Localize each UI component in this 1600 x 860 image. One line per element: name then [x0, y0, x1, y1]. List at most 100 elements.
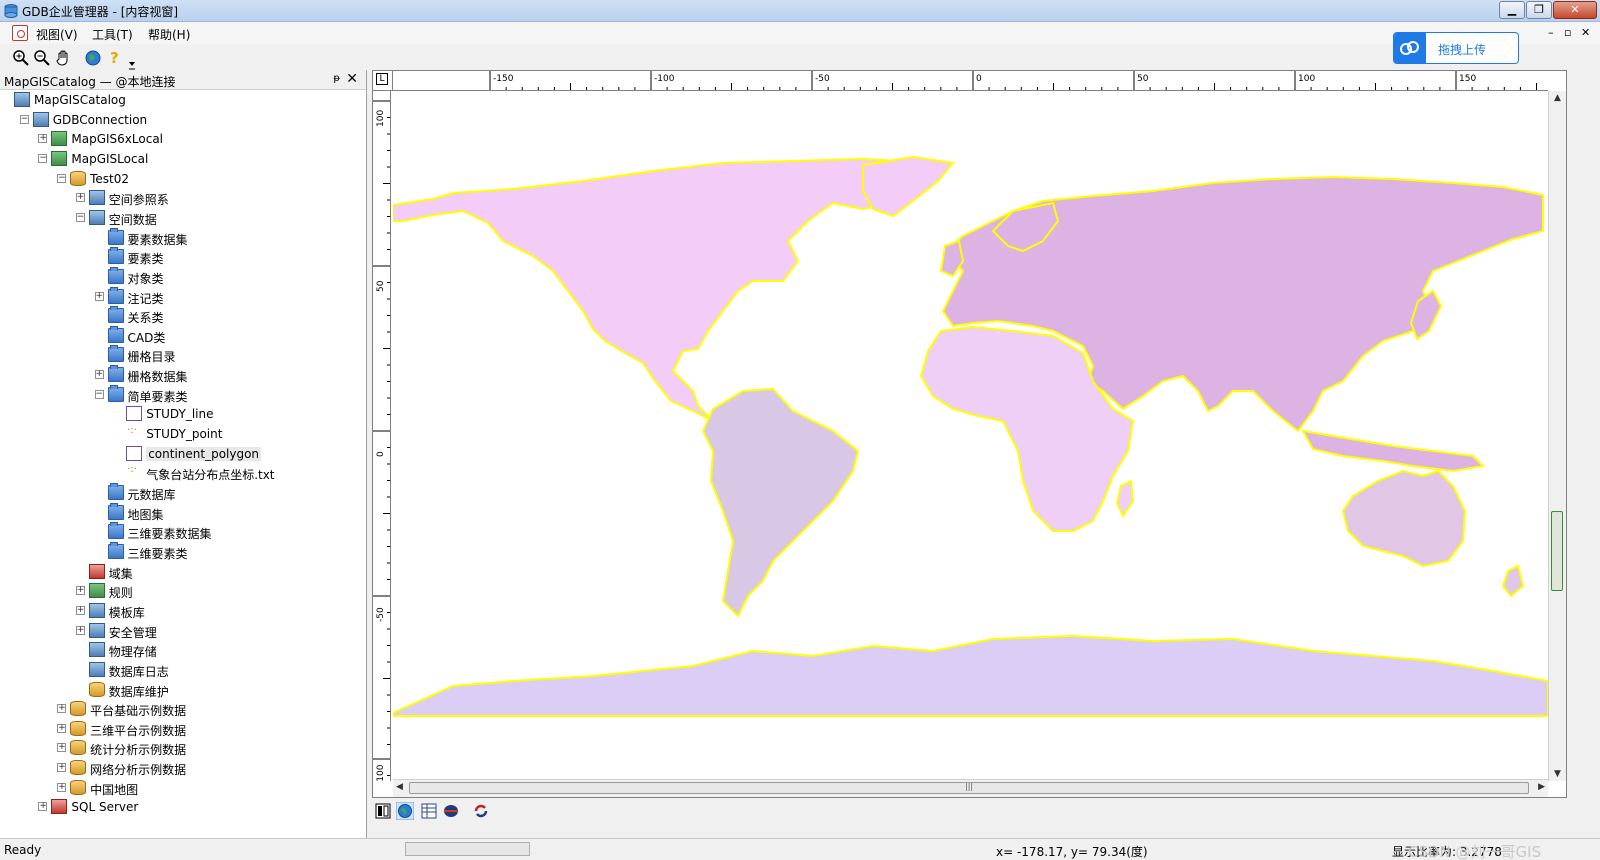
tree-expand-icon[interactable]: +	[75, 625, 85, 635]
tree-collapse-icon[interactable]: −	[57, 173, 67, 183]
tree-expand-icon[interactable]: +	[38, 134, 48, 144]
mdi-minimize-button[interactable]: –	[1548, 26, 1554, 39]
tree-collapse-icon[interactable]: −	[38, 153, 48, 163]
tree-node[interactable]: − 简单要素类	[4, 384, 364, 405]
globe-icon[interactable]	[84, 49, 102, 67]
horizontal-scrollbar[interactable]: ◀ ||| ▶	[393, 779, 1548, 797]
australia-polygon[interactable]	[1341, 469, 1467, 568]
tree-node[interactable]: + MapGIS6xLocal	[4, 129, 364, 149]
tree-node[interactable]: − 空间数据	[4, 208, 364, 228]
tree-expand-icon[interactable]: +	[57, 763, 67, 773]
map-view[interactable]: L -150 -100 -50 0 50 100 150 100 50 0 -50 -100	[372, 70, 1567, 798]
antarctica-polygon[interactable]	[393, 634, 1548, 717]
tree-node[interactable]: − Test02	[4, 169, 364, 189]
north-america-polygon[interactable]	[393, 157, 935, 422]
mdi-close-button[interactable]: ✕	[1581, 26, 1590, 39]
tree-node[interactable]: 气象台站分布点坐标.txt	[4, 463, 364, 483]
menu-tools[interactable]: 工具(T)	[92, 26, 133, 43]
tree-expand-icon[interactable]: +	[57, 782, 67, 792]
tree-node[interactable]: + 空间参照系	[4, 188, 364, 208]
tree-node[interactable]: 域集	[4, 562, 364, 582]
tree-expand-icon[interactable]: +	[57, 704, 67, 714]
tree-node[interactable]: 数据库维护	[4, 680, 364, 700]
drag-upload-button[interactable]: 拖拽上传	[1393, 32, 1519, 64]
zoom-out-icon[interactable]	[33, 49, 51, 67]
tree-expand-icon[interactable]: +	[57, 743, 67, 753]
tree-node[interactable]: STUDY_line	[4, 404, 364, 424]
tree-expand-icon[interactable]: +	[38, 802, 48, 812]
tree-node[interactable]: 栅格目录	[4, 345, 364, 365]
pin-icon[interactable]: ᵽ	[333, 73, 340, 84]
tree-node[interactable]: 三维要素类	[4, 541, 364, 562]
tree-collapse-icon[interactable]: −	[19, 114, 29, 124]
globe-icon	[88, 190, 105, 206]
tree-node[interactable]: − GDBConnection	[4, 110, 364, 130]
tree-node[interactable]: − MapGISLocal	[4, 149, 364, 169]
tree-node[interactable]: 要素数据集	[4, 227, 364, 248]
tree-node[interactable]: 三维要素数据集	[4, 522, 364, 542]
3d-view-icon[interactable]	[442, 802, 460, 820]
menu-help[interactable]: 帮助(H)	[148, 26, 190, 43]
scroll-up-icon[interactable]: ▲	[1554, 93, 1561, 103]
minimize-button[interactable]: ▁	[1499, 1, 1525, 19]
tree-node[interactable]: + 注记类	[4, 286, 364, 307]
new-zealand-polygon[interactable]	[1501, 564, 1525, 598]
south-america-polygon[interactable]	[701, 387, 860, 618]
british-isles-polygon[interactable]	[939, 239, 965, 278]
tree-node[interactable]: + 网络分析示例数据	[4, 758, 364, 778]
tree-collapse-icon[interactable]: −	[94, 389, 104, 399]
tree-expand-icon[interactable]: +	[57, 723, 67, 733]
document-menu-icon[interactable]	[12, 25, 28, 41]
mdi-restore-button[interactable]: ▫	[1564, 26, 1571, 39]
tree-expand-icon[interactable]: +	[75, 586, 85, 596]
tree-node[interactable]: MapGISCatalog	[4, 90, 364, 110]
tree-node[interactable]: 对象类	[4, 266, 364, 287]
help-icon[interactable]: ?	[106, 49, 124, 67]
tree-node[interactable]: 要素类	[4, 247, 364, 267]
greenland-polygon[interactable]	[862, 155, 955, 218]
tree-node[interactable]: + 模板库	[4, 601, 364, 621]
tree-expand-icon[interactable]: +	[75, 605, 85, 615]
tree-node[interactable]: + 中国地图	[4, 778, 364, 798]
vertical-scrollbar[interactable]: ▲ ▼	[1548, 91, 1566, 781]
menu-view[interactable]: 视图(V)	[36, 26, 78, 43]
tree-node[interactable]: continent_polygon	[4, 444, 364, 464]
ruler-corner[interactable]: L	[373, 71, 393, 91]
map-view-tab-icon[interactable]	[396, 802, 414, 820]
tree-expand-icon[interactable]: +	[75, 193, 85, 203]
tree-node[interactable]: + 规则	[4, 581, 364, 601]
layout-view-icon[interactable]	[374, 802, 392, 820]
tree-expand-icon[interactable]: +	[94, 291, 104, 301]
vertical-scroll-thumb[interactable]	[1551, 511, 1563, 591]
tree-expand-icon[interactable]: +	[94, 370, 104, 380]
tree-node[interactable]: CAD类	[4, 325, 364, 346]
tree-node[interactable]: + 平台基础示例数据	[4, 699, 364, 719]
tree-node[interactable]: 地图集	[4, 502, 364, 523]
scroll-down-icon[interactable]: ▼	[1554, 769, 1561, 779]
table-view-icon[interactable]	[420, 802, 438, 820]
tree-node[interactable]: 数据库日志	[4, 660, 364, 680]
southeast-asia-islands-polygon[interactable]	[1301, 429, 1486, 473]
madagascar-polygon[interactable]	[1115, 479, 1135, 519]
tree-node[interactable]: 关系类	[4, 306, 364, 326]
pan-hand-icon[interactable]	[55, 49, 73, 67]
horizontal-scroll-thumb[interactable]: |||	[409, 782, 1529, 794]
world-map-canvas[interactable]	[393, 91, 1548, 781]
tree-node[interactable]: + 三维平台示例数据	[4, 719, 364, 739]
tree-node-label: 关系类	[127, 311, 164, 326]
tree-node[interactable]: + 安全管理	[4, 621, 364, 641]
tree-node[interactable]: STUDY_point	[4, 424, 364, 444]
tree-node[interactable]: 元数据库	[4, 483, 364, 503]
restore-button[interactable]: ❐	[1526, 1, 1552, 19]
zoom-in-icon[interactable]	[12, 49, 30, 67]
tree-node[interactable]: + 栅格数据集	[4, 365, 364, 385]
tree-node[interactable]: + SQL Server	[4, 797, 364, 817]
refresh-icon[interactable]	[472, 802, 490, 820]
scroll-left-icon[interactable]: ◀	[396, 782, 403, 792]
close-button[interactable]: ✕	[1553, 1, 1597, 19]
panel-close-icon[interactable]: ✕	[346, 71, 358, 87]
scroll-right-icon[interactable]: ▶	[1538, 782, 1545, 792]
tree-node[interactable]: 物理存储	[4, 640, 364, 660]
tree-collapse-icon[interactable]: −	[75, 212, 85, 222]
tree-node[interactable]: + 统计分析示例数据	[4, 738, 364, 758]
